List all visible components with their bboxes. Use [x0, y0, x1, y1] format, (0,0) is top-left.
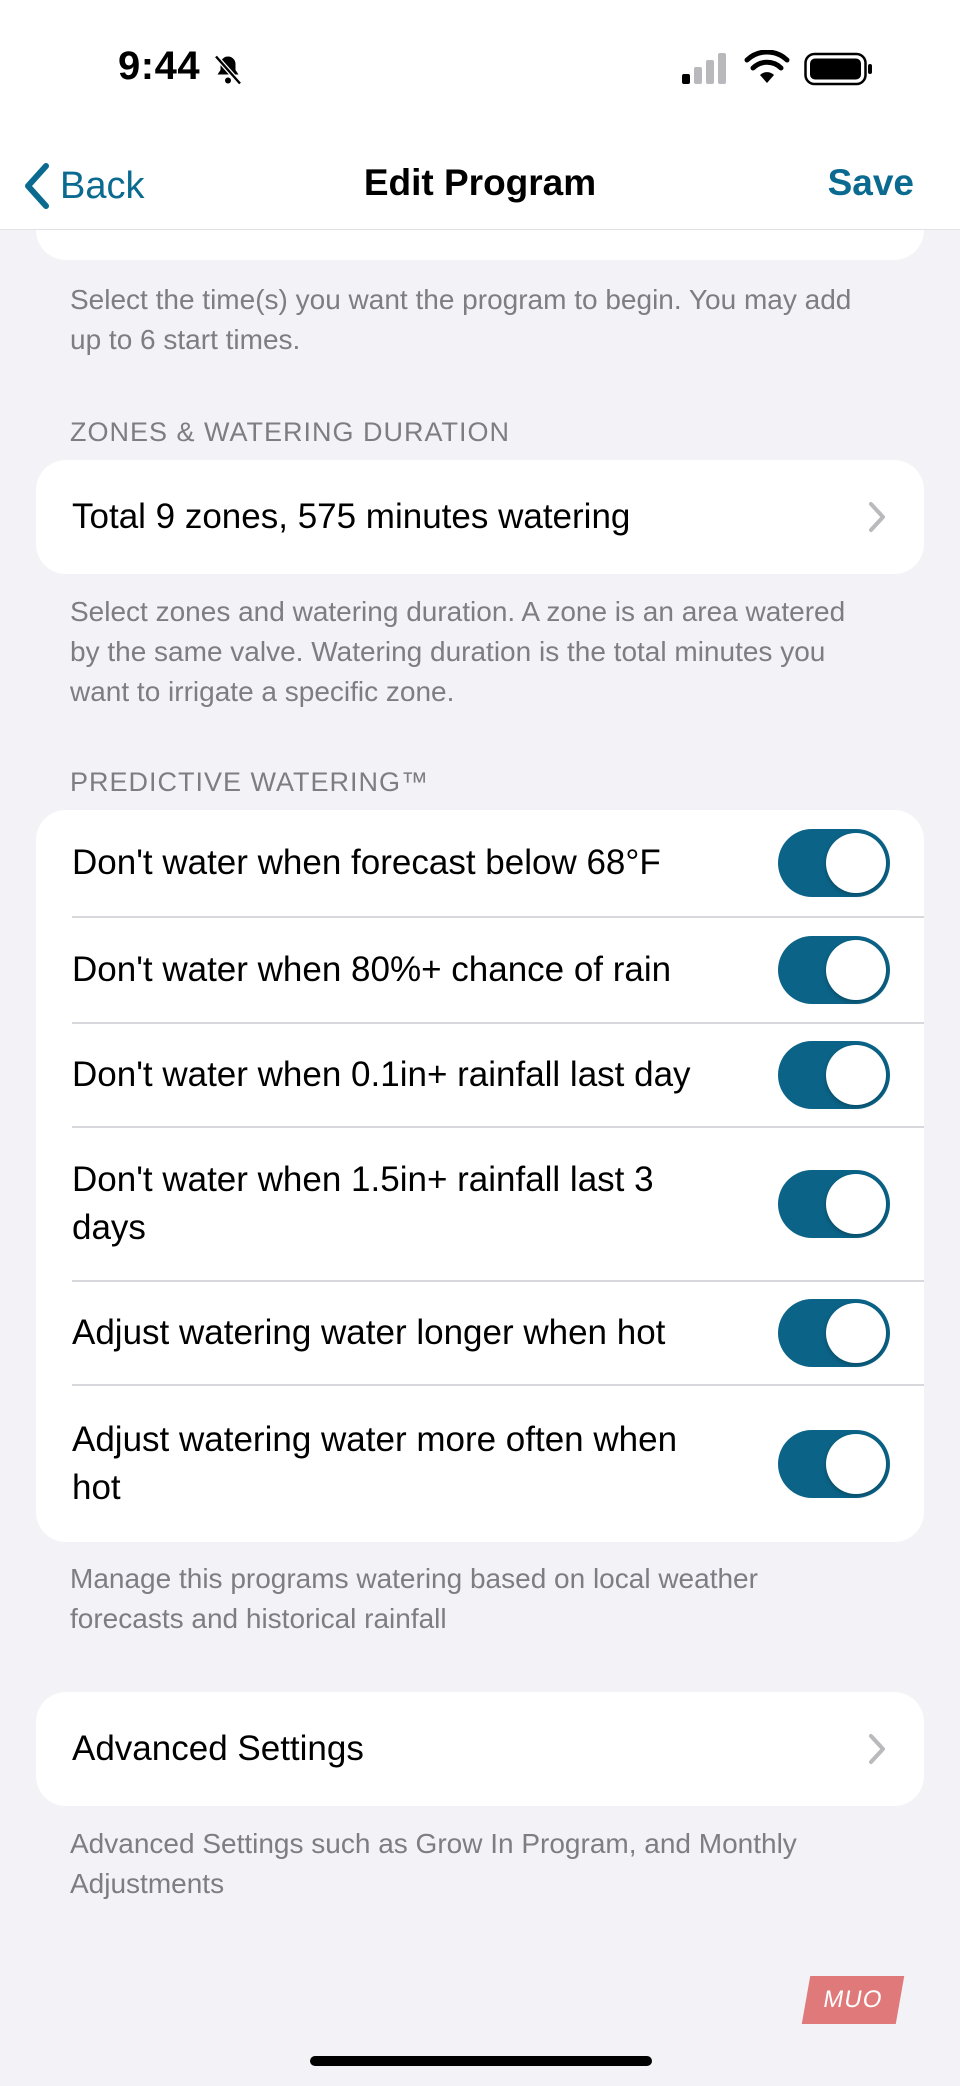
advanced-footnote: Advanced Settings such as Grow In Progra… [70, 1828, 797, 1899]
zones-summary-row[interactable]: Total 9 zones, 575 minutes watering [36, 460, 924, 574]
predictive-row-rain-chance: Don't water when 80%+ chance of rain [72, 918, 924, 1022]
predictive-footnote: Manage this programs watering based on l… [70, 1563, 758, 1634]
predictive-row-label: Adjust watering water longer when hot [72, 1313, 666, 1352]
predictive-row-forecast: Don't water when forecast below 68°F [72, 810, 924, 916]
advanced-settings-card[interactable]: Advanced Settings [36, 1692, 924, 1806]
chevron-right-icon [869, 502, 885, 532]
predictive-row-label: Don't water when 0.1in+ rainfall last da… [72, 1055, 691, 1094]
toggle-knob [826, 1434, 886, 1494]
predictive-row-rainfall-3days: Don't water when 1.5in+ rainfall last 3 … [72, 1128, 924, 1280]
predictive-row-rainfall-day: Don't water when 0.1in+ rainfall last da… [72, 1024, 924, 1126]
cellular-signal-icon [682, 53, 726, 84]
longer-hot-toggle[interactable] [778, 1299, 890, 1367]
status-time: 9:44 [118, 44, 201, 88]
predictive-card: Don't water when forecast below 68°F Don… [36, 810, 924, 1542]
page-title: Edit Program [363, 162, 597, 203]
predictive-row-longer-hot: Adjust watering water longer when hot [72, 1282, 924, 1384]
save-button[interactable]: Save [828, 162, 914, 204]
predictive-section-header: PREDICTIVE WATERING™ [70, 767, 430, 797]
bell-slash-icon [214, 54, 242, 86]
forecast-toggle[interactable] [778, 829, 890, 897]
predictive-row-often-hot: Adjust watering water more often when ho… [72, 1386, 924, 1542]
home-indicator [310, 2056, 652, 2066]
rain-chance-toggle[interactable] [778, 936, 890, 1004]
zones-footnote: Select zones and watering duration. A zo… [70, 596, 846, 707]
start-times-footnote: Select the time(s) you want the program … [70, 284, 852, 355]
toggle-knob [826, 1303, 886, 1363]
zones-section-header: ZONES & WATERING DURATION [70, 417, 511, 447]
toggle-knob [826, 1174, 886, 1234]
top-bar: 9:44 Back Edit Program Save [0, 0, 960, 230]
watermark-logo: MUO [801, 1976, 905, 2024]
advanced-settings-row[interactable]: Advanced Settings [36, 1692, 924, 1806]
rainfall-day-toggle[interactable] [778, 1041, 890, 1109]
advanced-settings-label: Advanced Settings [72, 1729, 364, 1768]
predictive-row-label: Don't water when 1.5in+ rainfall last 3 … [72, 1160, 654, 1247]
toggle-knob [826, 1045, 886, 1105]
predictive-row-label: Don't water when forecast below 68°F [72, 843, 661, 882]
zones-card[interactable]: Total 9 zones, 575 minutes watering [36, 460, 924, 574]
predictive-row-label: Adjust watering water more often when ho… [72, 1420, 678, 1507]
wifi-icon [744, 50, 790, 83]
toggle-knob [826, 833, 886, 893]
battery-icon [804, 52, 872, 86]
rainfall-3days-toggle[interactable] [778, 1170, 890, 1238]
toggle-knob [826, 940, 886, 1000]
predictive-row-label: Don't water when 80%+ chance of rain [72, 950, 672, 989]
chevron-right-icon [869, 1734, 885, 1764]
often-hot-toggle[interactable] [778, 1430, 890, 1498]
zones-summary-label: Total 9 zones, 575 minutes watering [72, 497, 631, 536]
